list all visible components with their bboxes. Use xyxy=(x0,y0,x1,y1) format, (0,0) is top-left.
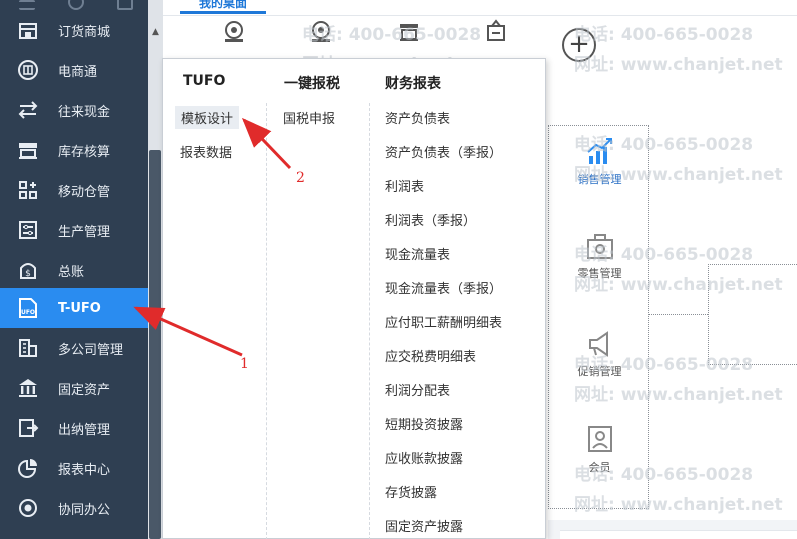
shortcut-icon-4[interactable] xyxy=(483,18,509,44)
sidebar-item-multi-company[interactable]: 多公司管理 xyxy=(0,328,148,368)
sidebar-item-order-mall[interactable]: 订货商城 xyxy=(0,10,148,50)
ledger-icon: $ xyxy=(17,259,39,281)
sidebar-item-collaboration[interactable]: 协同办公 xyxy=(0,488,148,528)
sidebar-item-label: 固定资产 xyxy=(58,382,111,398)
flow-item-retail[interactable]: 零售管理 xyxy=(549,230,650,281)
flow-item-promotion[interactable]: 促销管理 xyxy=(549,328,650,379)
sidebar-item-t-ufo[interactable]: UFO T-UFO xyxy=(0,288,148,328)
sidebar-item-label: 报表中心 xyxy=(58,462,111,478)
column-divider xyxy=(369,103,370,539)
svg-text:$: $ xyxy=(25,269,31,279)
menu-item-report[interactable]: 应付职工薪酬明细表 xyxy=(385,312,502,331)
retail-store-icon xyxy=(586,234,613,259)
ecommerce-icon xyxy=(17,59,39,81)
sidebar-scroll-thumb[interactable] xyxy=(149,150,161,539)
menu-item-template-design[interactable]: 模板设计 xyxy=(175,106,240,129)
cashier-icon xyxy=(17,417,39,439)
column-title-financial-reports: 财务报表 xyxy=(385,76,441,92)
column-divider xyxy=(266,103,267,539)
add-shortcut-button[interactable]: + xyxy=(562,28,596,62)
sidebar-item-label: 库存核算 xyxy=(58,144,111,160)
sales-chart-icon xyxy=(586,138,612,164)
shortcut-icon-2[interactable] xyxy=(308,18,334,44)
sidebar-item-label: 总账 xyxy=(58,264,85,280)
bank-icon xyxy=(17,377,39,399)
menu-item-report[interactable]: 资产负债表 xyxy=(385,108,450,127)
edit-icon[interactable] xyxy=(117,0,133,10)
flow-item-label: 促销管理 xyxy=(577,365,622,378)
mobile-warehouse-icon xyxy=(17,179,39,201)
sidebar-item-label: 出纳管理 xyxy=(58,422,111,438)
search-icon[interactable] xyxy=(68,0,84,10)
sidebar-item-label: T-UFO xyxy=(58,300,101,316)
menu-icon[interactable] xyxy=(19,0,35,10)
menu-item-report[interactable]: 利润分配表 xyxy=(385,380,450,399)
menu-item-report[interactable]: 存货披露 xyxy=(385,482,437,501)
flow-connector xyxy=(649,314,708,315)
scroll-up-icon[interactable]: ▲ xyxy=(148,22,163,42)
menu-item-report[interactable]: 固定资产披露 xyxy=(385,516,463,535)
sidebar-item-inventory[interactable]: 库存核算 xyxy=(0,130,148,170)
sidebar-item-label: 移动仓管 xyxy=(58,184,111,200)
column-title-tax: 一键报税 xyxy=(284,76,340,92)
svg-text:UFO: UFO xyxy=(21,309,35,316)
annotation-label-1: 1 xyxy=(240,356,249,372)
menu-item-report[interactable]: 短期投资披露 xyxy=(385,414,463,433)
sidebar-item-production[interactable]: 生产管理 xyxy=(0,210,148,250)
menu-item-report[interactable]: 现金流量表（季报） xyxy=(385,278,502,297)
flow-box-right xyxy=(708,264,797,365)
flow-item-sales[interactable]: 销售管理 xyxy=(549,136,650,187)
menu-item-report[interactable]: 应收账款披露 xyxy=(385,448,463,467)
menu-item-national-tax-filing[interactable]: 国税申报 xyxy=(283,108,335,127)
sidebar-item-report-center[interactable]: 报表中心 xyxy=(0,448,148,488)
megaphone-icon xyxy=(588,331,608,357)
sidebar-item-label: 电商通 xyxy=(58,64,98,80)
annotation-label-2: 2 xyxy=(296,170,305,186)
sidebar-item-label: 协同办公 xyxy=(58,502,111,518)
menu-item-report[interactable]: 应交税费明细表 xyxy=(385,346,476,365)
sidebar-item-fixed-assets[interactable]: 固定资产 xyxy=(0,368,148,408)
tab-my-desktop[interactable]: 我的桌面 xyxy=(180,0,266,14)
sidebar-item-cashier[interactable]: 出纳管理 xyxy=(0,408,148,448)
menu-item-report[interactable]: 现金流量表 xyxy=(385,244,450,263)
warehouse-icon xyxy=(17,139,39,161)
menu-item-report[interactable]: 利润表 xyxy=(385,176,424,195)
flow-item-label: 会员 xyxy=(588,461,611,474)
sidebar-item-ledger[interactable]: $ 总账 xyxy=(0,250,148,290)
sidebar-item-label: 往来现金 xyxy=(58,104,111,120)
sidebar: 订货商城 电商通 往来现金 库存核算 移动仓管 生产管理 $ 总账 UFO T-… xyxy=(0,0,148,539)
store-icon xyxy=(17,19,39,41)
shortcut-icon-3[interactable] xyxy=(396,18,422,44)
production-icon xyxy=(17,219,39,241)
shortcut-icon-1[interactable] xyxy=(221,18,247,44)
member-icon xyxy=(587,426,612,452)
business-flow-panel: 销售管理 零售管理 促销管理 会员 xyxy=(548,125,649,509)
flow-item-label: 零售管理 xyxy=(577,267,622,280)
flow-item-label: 销售管理 xyxy=(577,173,622,186)
flow-item-member[interactable]: 会员 xyxy=(549,424,650,475)
menu-item-report[interactable]: 利润表（季报） xyxy=(385,210,476,229)
sidebar-item-mobile-warehouse[interactable]: 移动仓管 xyxy=(0,170,148,210)
pie-chart-icon xyxy=(17,457,39,479)
building-icon xyxy=(17,337,39,359)
menu-item-report[interactable]: 资产负债表（季报） xyxy=(385,142,502,161)
sidebar-item-label: 生产管理 xyxy=(58,224,111,240)
menu-item-report-data[interactable]: 报表数据 xyxy=(180,142,232,161)
exchange-icon xyxy=(17,99,39,121)
t-ufo-dropdown-menu: TUFO 一键报税 财务报表 模板设计 报表数据 国税申报 资产负债表 资产负债… xyxy=(162,58,546,539)
sidebar-item-label: 订货商城 xyxy=(58,24,111,40)
sidebar-item-label: 多公司管理 xyxy=(58,342,124,358)
ufo-icon: UFO xyxy=(17,297,39,319)
column-title-tufo: TUFO xyxy=(183,73,226,89)
sidebar-item-cash[interactable]: 往来现金 xyxy=(0,90,148,130)
collaboration-icon xyxy=(17,497,39,519)
bottom-card xyxy=(560,530,797,539)
sidebar-item-ecommerce[interactable]: 电商通 xyxy=(0,50,148,90)
